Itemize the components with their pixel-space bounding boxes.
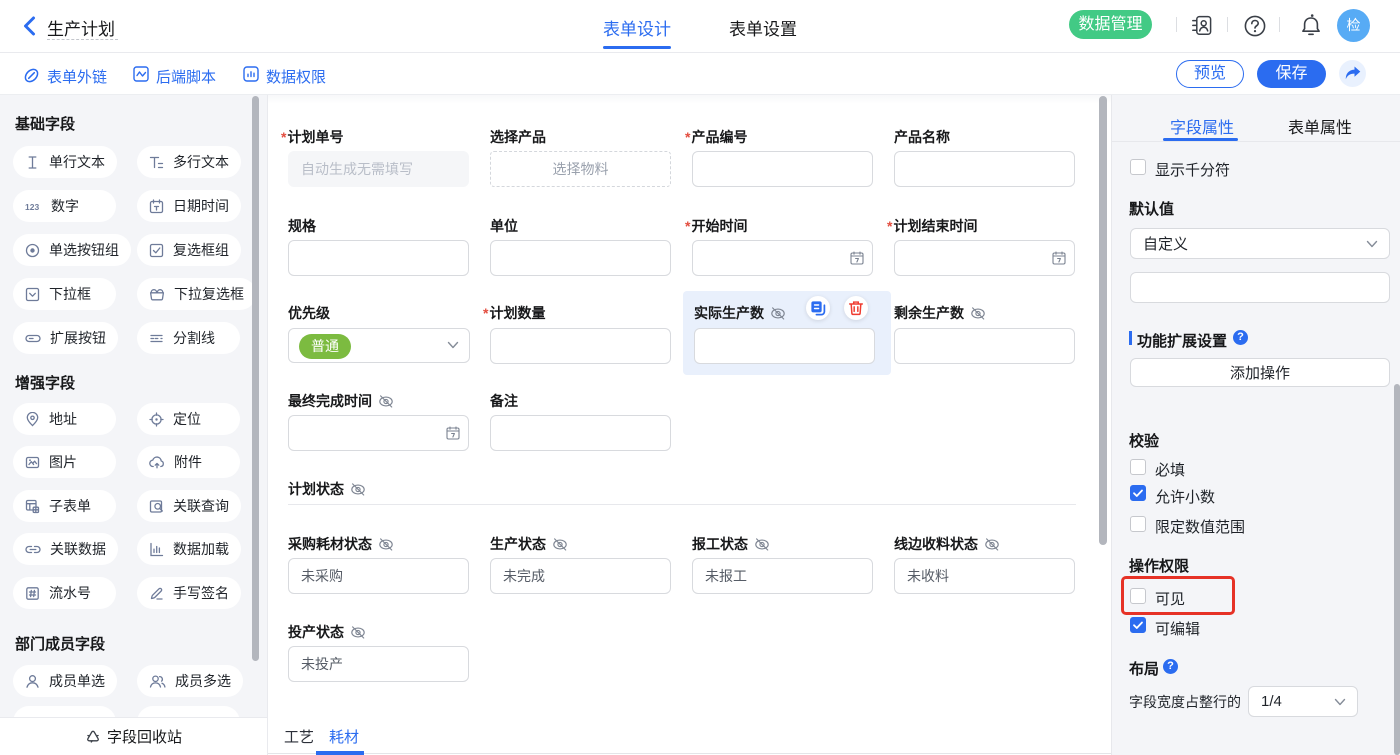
svg-text:123: 123 — [25, 202, 39, 212]
